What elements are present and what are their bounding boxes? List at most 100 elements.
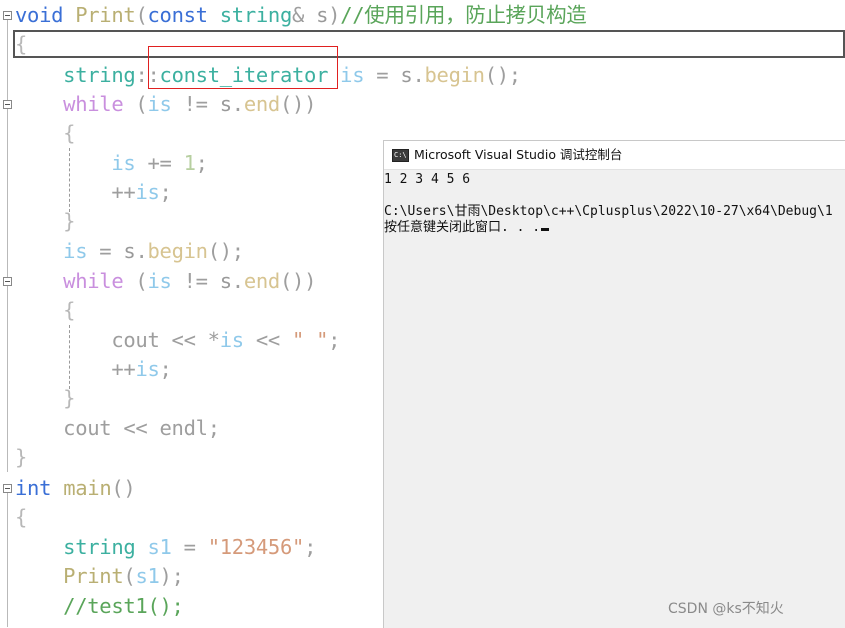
console-titlebar[interactable]: C:\ Microsoft Visual Studio 调试控制台 [384, 141, 845, 170]
code-token: ()) [279, 92, 317, 116]
code-token: != [171, 92, 220, 116]
code-token: { [15, 32, 28, 56]
code-token: ; [328, 328, 341, 352]
console-title: Microsoft Visual Studio 调试控制台 [414, 147, 623, 162]
code-token: int [15, 476, 52, 500]
code-token: "123456" [207, 535, 305, 559]
code-line: int main() [15, 474, 136, 503]
code-token: //test1(); [63, 594, 184, 618]
code-line: } [15, 443, 27, 472]
code-line: while (is != s.end()) [15, 267, 316, 296]
code-line: void Print(const string& s)//使用引用，防止拷贝构造 [15, 1, 587, 30]
code-token: endl [159, 416, 208, 440]
code-token: = [171, 535, 208, 559]
code-token: += [135, 151, 184, 175]
code-token: ; [304, 535, 317, 559]
code-token: } [63, 386, 76, 410]
code-line: cout << *is << " "; [15, 326, 340, 355]
code-token: { [63, 121, 76, 145]
code-token: string [219, 3, 293, 27]
code-line: } [15, 384, 75, 413]
code-token: { [63, 298, 76, 322]
code-token: s1 [135, 564, 160, 588]
code-token: is [340, 63, 365, 87]
code-token: << * [159, 328, 220, 352]
code-token: is [219, 328, 244, 352]
code-token: s [123, 239, 136, 263]
annotation-highlight-box [148, 46, 338, 89]
code-line: cout << endl; [15, 414, 220, 443]
code-line: { [15, 119, 75, 148]
collapse-icon[interactable] [3, 100, 12, 109]
code-line: { [15, 296, 75, 325]
code-token: . [231, 92, 244, 116]
code-line: while (is != s.end()) [15, 90, 316, 119]
code-token: s1 [147, 535, 172, 559]
code-token: } [15, 445, 28, 469]
outline-margin-line [7, 12, 8, 472]
code-token: 1 [183, 151, 196, 175]
code-line: { [15, 503, 27, 532]
console-output-line: C:\Users\甘雨\Desktop\c++\Cplusplus\2022\1… [384, 204, 833, 219]
code-token: . [412, 63, 425, 87]
code-token: = [87, 239, 124, 263]
code-token: (); [484, 63, 521, 87]
code-token: } [63, 209, 76, 233]
code-token: while [63, 92, 124, 116]
code-token: cout [63, 416, 112, 440]
code-token: ()) [279, 269, 317, 293]
code-token: " " [292, 328, 329, 352]
code-token: cout [111, 328, 160, 352]
code-token: ( [123, 564, 136, 588]
code-token: << [243, 328, 292, 352]
code-token: is [135, 180, 160, 204]
code-line: ++is; [15, 355, 172, 384]
code-line: is = s.begin(); [15, 237, 244, 266]
code-token: main [63, 476, 112, 500]
code-token: is [63, 239, 88, 263]
debug-console-window[interactable]: C:\ Microsoft Visual Studio 调试控制台 1 2 3 … [383, 140, 845, 628]
code-token: s [316, 3, 329, 27]
code-token: begin [147, 239, 209, 263]
code-token: Print [63, 564, 124, 588]
collapse-icon[interactable] [3, 277, 12, 286]
collapse-icon[interactable] [3, 11, 12, 20]
code-line: is += 1; [15, 149, 208, 178]
code-token: . [231, 269, 244, 293]
code-token: Print [75, 3, 136, 27]
code-token: begin [424, 63, 486, 87]
code-token: s [400, 63, 413, 87]
code-line: //test1(); [15, 592, 184, 621]
code-token: () [111, 476, 136, 500]
code-token: != [171, 269, 220, 293]
code-token: ; [159, 357, 172, 381]
code-token: ( [123, 92, 148, 116]
code-line: string s1 = "123456"; [15, 533, 316, 562]
code-line: } [15, 207, 75, 236]
code-token: is [147, 92, 172, 116]
code-token: ; [207, 416, 220, 440]
watermark: CSDN @ks不知火 [668, 601, 784, 617]
console-output-line: 1 2 3 4 5 6 [384, 172, 471, 187]
code-token: (); [207, 239, 244, 263]
code-token: end [243, 92, 280, 116]
collapse-icon[interactable] [3, 484, 12, 493]
